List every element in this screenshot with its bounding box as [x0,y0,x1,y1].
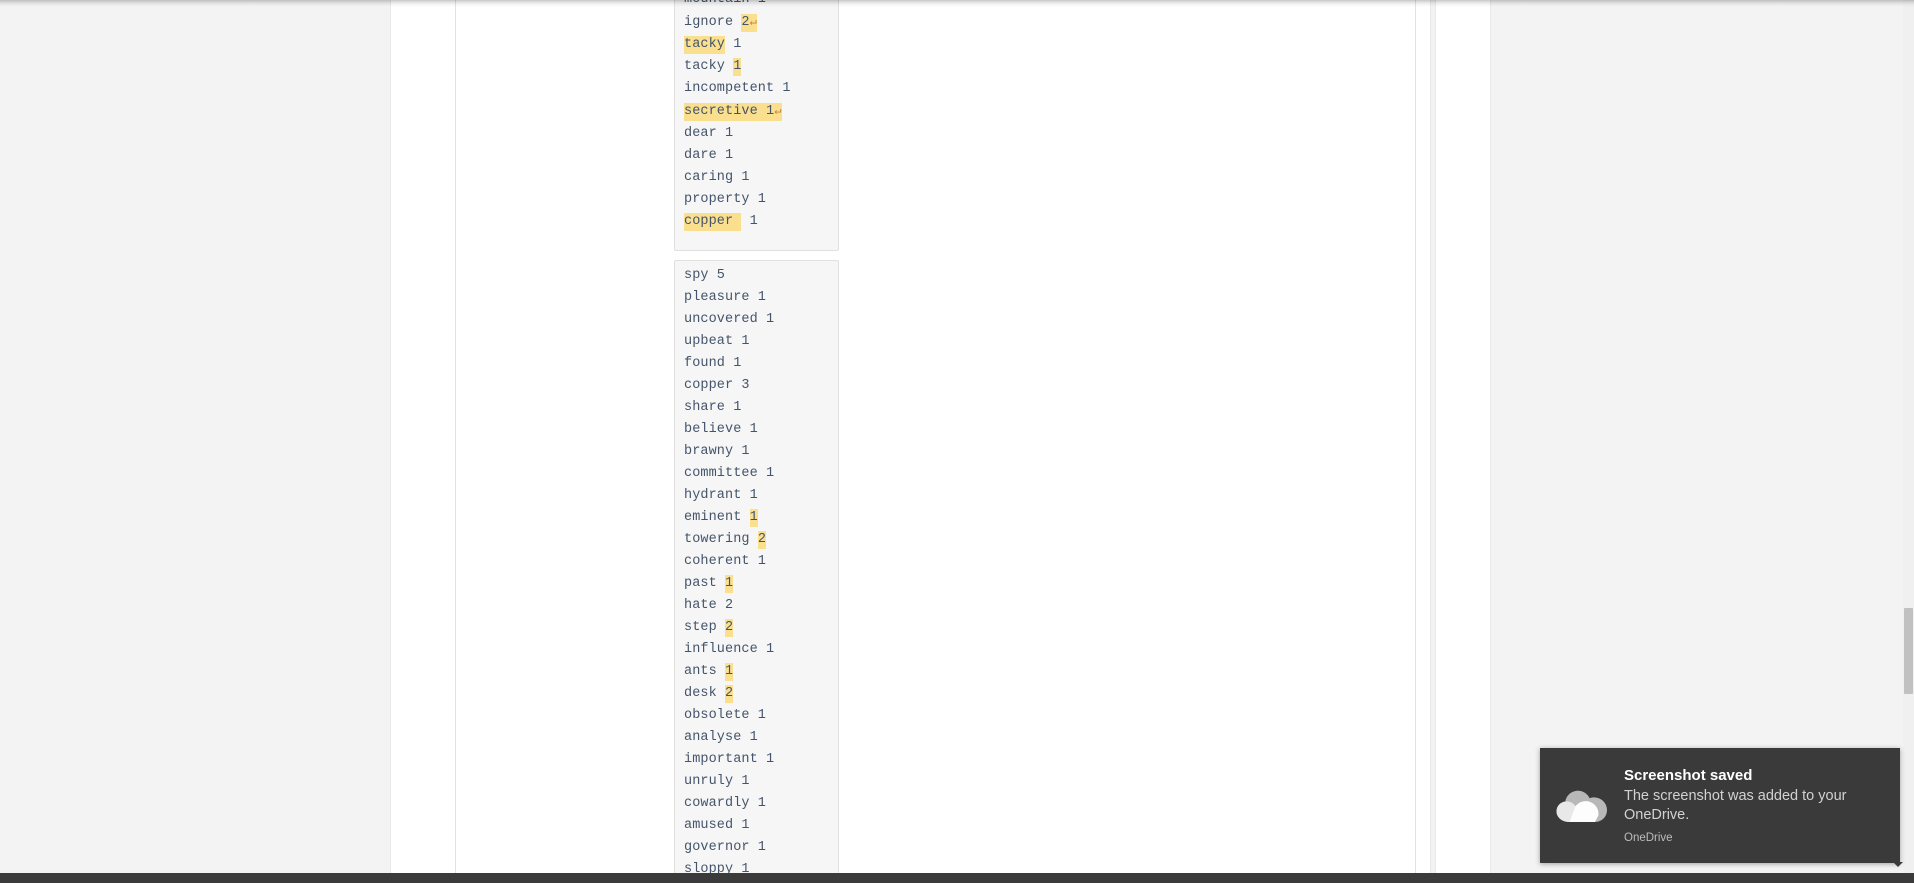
code-line: towering 2 [684,531,767,549]
document-page[interactable] [391,0,1430,873]
code-line: step 2 [684,619,734,637]
application-window: mountain 1 ignore 2↵ tacky 1 tacky 1 incompe… [0,0,1914,883]
onedrive-toast-body: Screenshot saved The screenshot was adde… [1624,748,1900,846]
code-line: brawny 1 [684,444,750,459]
code-line: past 1 [684,575,734,593]
code-line: copper 3 [684,378,750,393]
page-margin-rule-left [455,0,456,873]
toast-message: The screenshot was added to your OneDriv… [1624,788,1847,823]
code-line: mountain 1 [675,0,838,11]
code-line: cowardly 1 [684,796,767,811]
code-line: analyse 1 [684,730,758,745]
onedrive-cloud-icon [1540,748,1624,863]
code-line: important 1 [684,752,775,767]
code-line: hate 2 [684,598,734,613]
code-line: pleasure 1 [684,290,767,305]
code-line: secretive 1↵ [684,103,782,121]
code-line: obsolete 1 [684,708,767,723]
code-line: desk 2 [684,685,734,703]
code-line: dear 1 [684,126,734,141]
code-line: believe 1 [684,422,758,437]
vertical-scrollbar-track[interactable] [1903,0,1914,873]
code-line: upbeat 1 [684,334,750,349]
bottom-status-bar [0,873,1914,883]
document-workspace-canvas: mountain 1 ignore 2↵ tacky 1 tacky 1 incompe… [0,0,1914,883]
code-line: coherent 1 [684,554,767,569]
code-line: hydrant 1 [684,488,758,503]
code-line: share 1 [684,400,742,415]
onedrive-toast-notification[interactable]: Screenshot saved The screenshot was adde… [1540,748,1900,863]
code-line: committee 1 [684,466,775,481]
code-line: influence 1 [684,642,775,657]
code-line: amused 1 [684,818,750,833]
code-line: ants 1 [684,663,734,681]
vertical-scrollbar-thumb[interactable] [1904,608,1913,694]
code-line: tacky 1 [684,36,742,54]
code-line: dare 1 [684,148,734,163]
document-page-next-sliver [1436,0,1490,873]
code-line: copper 1 [684,213,758,231]
code-line: unruly 1 [684,774,750,789]
toast-app-name: OneDrive [1624,832,1673,844]
code-line: eminent 1 [684,509,758,527]
code-line: spy 5 [684,268,726,283]
code-line: property 1 [684,192,767,207]
code-line: caring 1 [684,170,750,185]
notification-expand-caret-icon[interactable] [1893,862,1903,867]
toast-title: Screenshot saved [1624,767,1753,784]
code-block-word-frequency-1[interactable]: mountain 1 ignore 2↵ tacky 1 tacky 1 incompe… [674,0,839,251]
code-line: uncovered 1 [684,312,775,327]
code-line: incompetent 1 [684,81,791,96]
code-line: tacky 1 [684,58,742,76]
code-line: governor 1 [684,840,767,855]
page-margin-rule-right [1415,0,1416,873]
code-line: found 1 [684,356,742,371]
code-line: ignore 2↵ [684,14,757,32]
code-block-word-frequency-2[interactable]: spy 5 pleasure 1 uncovered 1 upbeat 1 found … [674,260,839,883]
